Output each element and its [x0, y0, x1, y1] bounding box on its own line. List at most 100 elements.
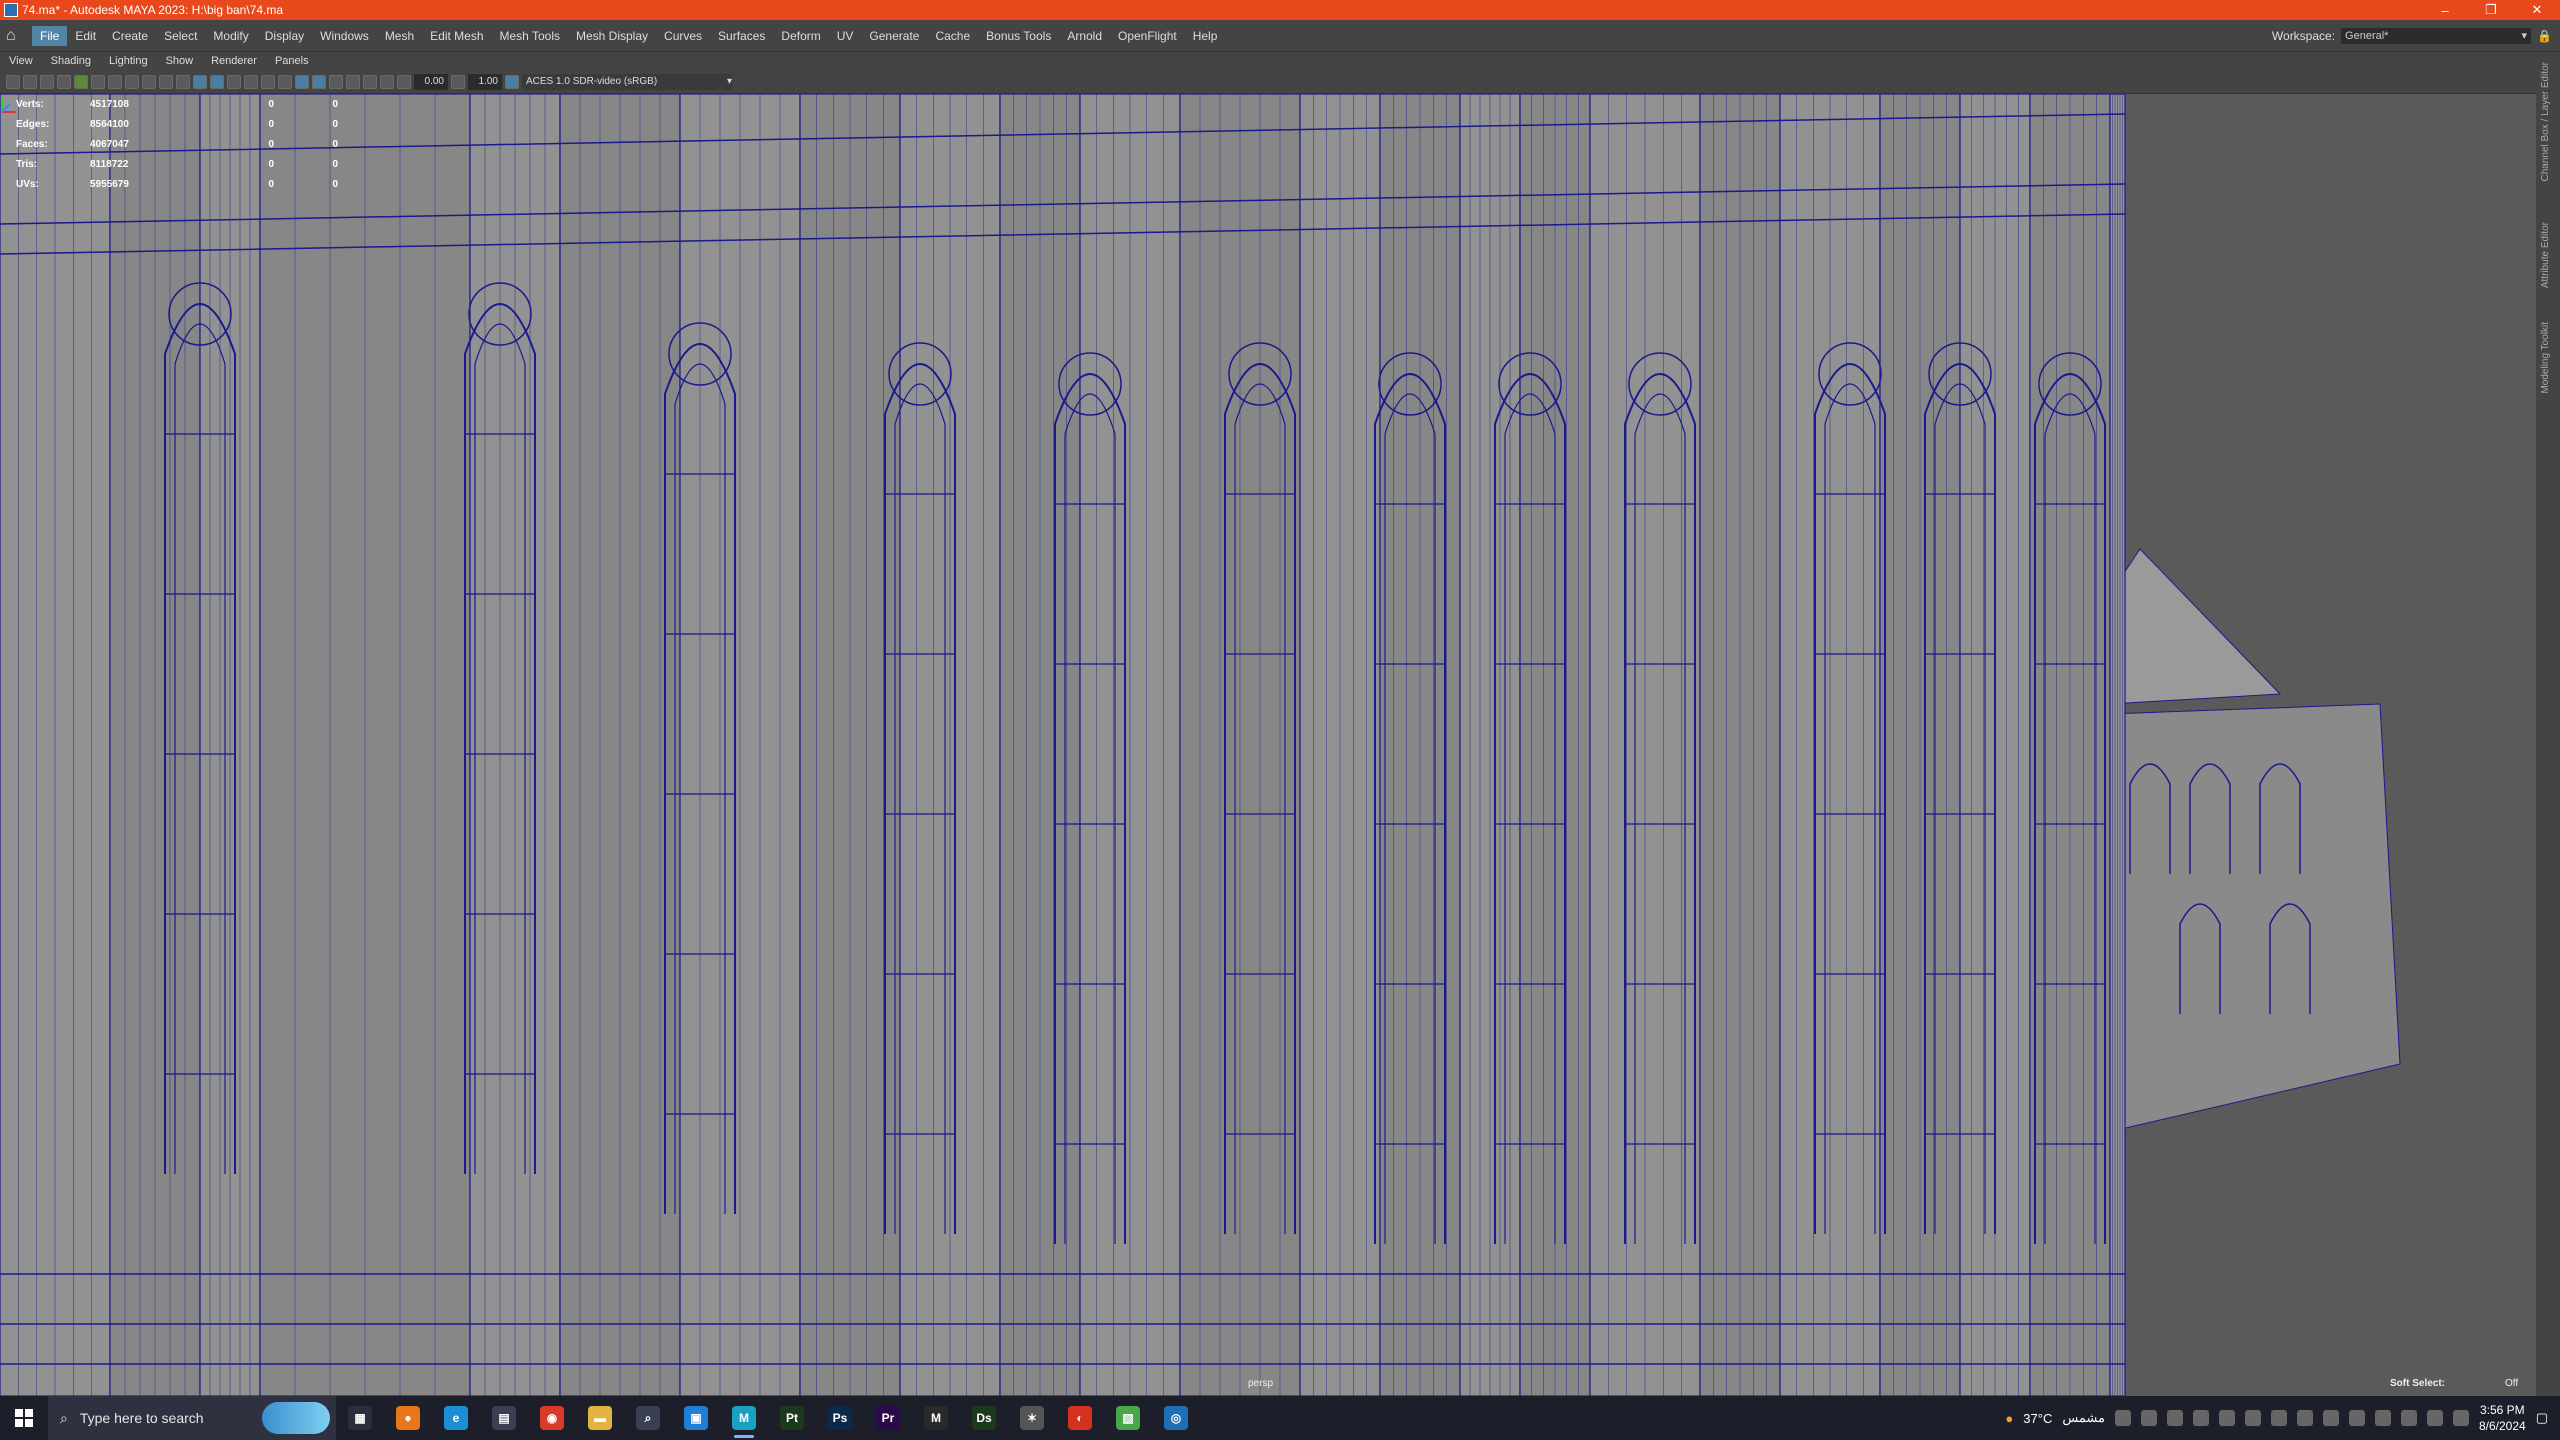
- menu-cache[interactable]: Cache: [927, 26, 978, 46]
- taskbar-app-marmoset[interactable]: M: [912, 1396, 960, 1440]
- menu-windows[interactable]: Windows: [312, 26, 377, 46]
- menu-mesh-display[interactable]: Mesh Display: [568, 26, 656, 46]
- taskbar-app-search-app[interactable]: ⌕: [624, 1396, 672, 1440]
- start-button[interactable]: [0, 1396, 48, 1440]
- taskbar-app-photoshop[interactable]: Ps: [816, 1396, 864, 1440]
- tray-app-icon[interactable]: [2426, 1410, 2443, 1426]
- gamma-icon[interactable]: [451, 74, 465, 89]
- tray-app-icon[interactable]: [2166, 1410, 2183, 1426]
- wireframe-icon[interactable]: [193, 74, 207, 89]
- taskbar-app-app-image[interactable]: ▧: [1104, 1396, 1152, 1440]
- restore-button[interactable]: ❐: [2468, 0, 2514, 20]
- default-material-icon[interactable]: [227, 74, 241, 89]
- menu-edit-mesh[interactable]: Edit Mesh: [422, 26, 491, 46]
- menu-generate[interactable]: Generate: [861, 26, 927, 46]
- weather-temp[interactable]: 37°C: [2023, 1411, 2052, 1426]
- taskbar-app-firefox[interactable]: ●: [384, 1396, 432, 1440]
- menu-mesh-tools[interactable]: Mesh Tools: [492, 26, 568, 46]
- taskbar-app-chrome[interactable]: ◉: [528, 1396, 576, 1440]
- resolution-gate-icon[interactable]: [125, 74, 139, 89]
- gamma-field[interactable]: 1.00: [468, 73, 502, 90]
- network-icon[interactable]: [2218, 1410, 2235, 1426]
- menu-edit[interactable]: Edit: [67, 26, 104, 46]
- minimize-button[interactable]: –: [2422, 0, 2468, 20]
- color-management-icon[interactable]: [505, 74, 519, 89]
- home-icon[interactable]: ⌂: [6, 27, 24, 45]
- tray-app-icon[interactable]: [2452, 1410, 2469, 1426]
- taskbar-app-explorer[interactable]: ▬: [576, 1396, 624, 1440]
- tray-app-icon[interactable]: [2374, 1410, 2391, 1426]
- select-camera-icon[interactable]: [6, 74, 20, 89]
- workspace-dropdown[interactable]: General* ▾: [2341, 27, 2532, 44]
- xray-icon[interactable]: [312, 74, 326, 89]
- tray-app-icon[interactable]: [2192, 1410, 2209, 1426]
- taskbar-app-maya[interactable]: M: [720, 1396, 768, 1440]
- menu-uv[interactable]: UV: [829, 26, 862, 46]
- menu-select[interactable]: Select: [156, 26, 205, 46]
- motion-blur-icon[interactable]: [346, 74, 360, 89]
- taskbar-search-box[interactable]: ⌕ Type here to search: [48, 1396, 336, 1440]
- safe-action-icon[interactable]: [176, 74, 190, 89]
- tab-modeling-toolkit[interactable]: Modeling Toolkit: [2540, 322, 2551, 394]
- shadows-icon[interactable]: [278, 74, 292, 89]
- menu-surfaces[interactable]: Surfaces: [710, 26, 773, 46]
- panel-menu-renderer[interactable]: Renderer: [202, 55, 266, 67]
- ambient-occlusion-icon[interactable]: [329, 74, 343, 89]
- exposure-icon[interactable]: [397, 74, 411, 89]
- grid-icon[interactable]: [91, 74, 105, 89]
- menu-mesh[interactable]: Mesh: [377, 26, 422, 46]
- field-chart-icon[interactable]: [159, 74, 173, 89]
- tray-app-icon[interactable]: [2140, 1410, 2157, 1426]
- menu-arnold[interactable]: Arnold: [1059, 26, 1110, 46]
- battery-icon[interactable]: [2270, 1410, 2287, 1426]
- tray-app-icon[interactable]: [2322, 1410, 2339, 1426]
- panel-menu-panels[interactable]: Panels: [266, 55, 318, 67]
- textured-icon[interactable]: [244, 74, 258, 89]
- gate-mask-icon[interactable]: [142, 74, 156, 89]
- anti-aliasing-icon[interactable]: [363, 74, 377, 89]
- weather-icon[interactable]: ●: [2005, 1411, 2013, 1426]
- wireframe-on-shaded-icon[interactable]: [295, 74, 309, 89]
- panel-menu-show[interactable]: Show: [157, 55, 203, 67]
- language-icon[interactable]: [2400, 1410, 2417, 1426]
- menu-deform[interactable]: Deform: [773, 26, 828, 46]
- taskbar-clock[interactable]: 3:56 PM 8/6/2024: [2479, 1402, 2526, 1434]
- taskbar-app-store[interactable]: ▤: [480, 1396, 528, 1440]
- film-gate-icon[interactable]: [108, 74, 122, 89]
- notifications-icon[interactable]: ▢: [2536, 1410, 2548, 1426]
- exposure-field[interactable]: 0.00: [414, 73, 448, 90]
- taskbar-app-app-cycle[interactable]: ◎: [1152, 1396, 1200, 1440]
- smooth-shade-icon[interactable]: [210, 74, 224, 89]
- menu-bonus-tools[interactable]: Bonus Tools: [978, 26, 1059, 46]
- perspective-viewport[interactable]: Verts: 4517108 0 0 Edges: 8564100 0 0 Fa…: [0, 94, 2536, 1396]
- weather-text[interactable]: مشمس: [2062, 1410, 2105, 1426]
- taskbar-app-premiere[interactable]: Pr: [864, 1396, 912, 1440]
- menu-help[interactable]: Help: [1185, 26, 1226, 46]
- taskbar-app-substance-designer[interactable]: Ds: [960, 1396, 1008, 1440]
- bookmark-icon[interactable]: [40, 74, 54, 89]
- use-all-lights-icon[interactable]: [261, 74, 275, 89]
- menu-curves[interactable]: Curves: [656, 26, 710, 46]
- panel-menu-shading[interactable]: Shading: [42, 55, 100, 67]
- lock-icon[interactable]: 🔒: [2537, 29, 2552, 43]
- panel-menu-lighting[interactable]: Lighting: [100, 55, 157, 67]
- taskbar-app-substance-painter[interactable]: Pt: [768, 1396, 816, 1440]
- camera-attributes-icon[interactable]: [23, 74, 37, 89]
- volume-icon[interactable]: [2244, 1410, 2261, 1426]
- image-plane-icon[interactable]: [57, 74, 71, 89]
- tab-attribute-editor[interactable]: Attribute Editor: [2540, 222, 2551, 288]
- close-button[interactable]: ✕: [2514, 0, 2560, 20]
- isolate-select-icon[interactable]: [380, 74, 394, 89]
- tray-app-icon[interactable]: [2348, 1410, 2365, 1426]
- menu-modify[interactable]: Modify: [205, 26, 256, 46]
- taskbar-app-app-red[interactable]: ◐: [1056, 1396, 1104, 1440]
- tray-app-icon[interactable]: [2114, 1410, 2131, 1426]
- taskbar-app-task-view[interactable]: ▦: [336, 1396, 384, 1440]
- taskbar-app-edge[interactable]: e: [432, 1396, 480, 1440]
- tab-channel-box[interactable]: Channel Box / Layer Editor: [2540, 62, 2551, 182]
- menu-display[interactable]: Display: [257, 26, 312, 46]
- menu-openflight[interactable]: OpenFlight: [1110, 26, 1185, 46]
- color-space-dropdown[interactable]: ACES 1.0 SDR-video (sRGB) ▾: [522, 73, 732, 90]
- menu-create[interactable]: Create: [104, 26, 156, 46]
- taskbar-app-app-blue[interactable]: ▣: [672, 1396, 720, 1440]
